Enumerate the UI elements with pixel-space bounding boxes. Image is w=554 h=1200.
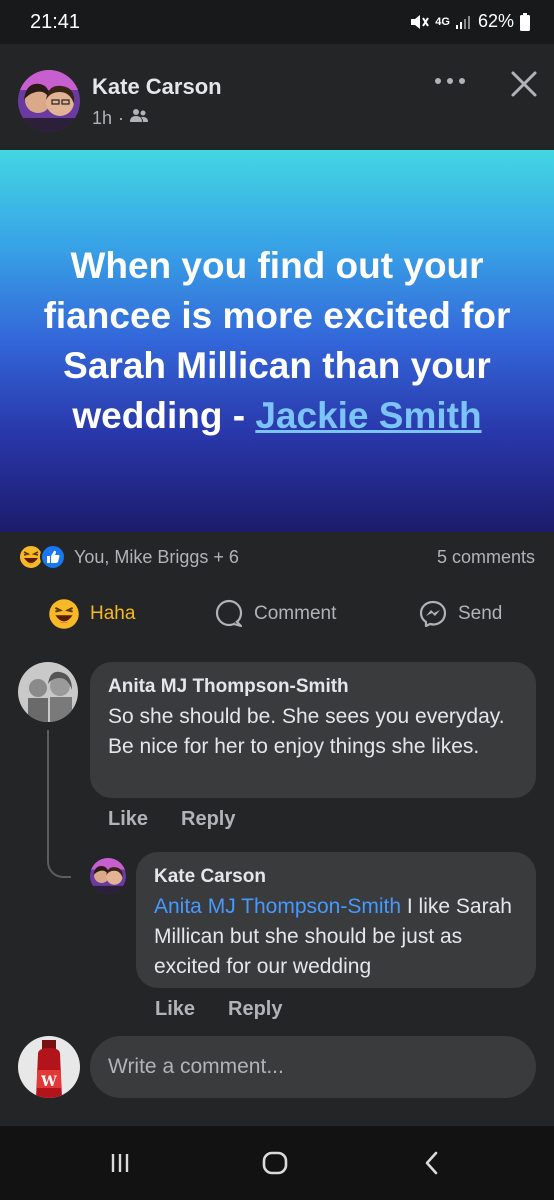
close-button[interactable] xyxy=(504,64,544,104)
network-type: 4G xyxy=(435,15,450,28)
post-meta: 1h · xyxy=(92,108,149,129)
haha-label: Haha xyxy=(90,603,136,624)
post-author-name[interactable]: Kate Carson xyxy=(92,74,222,100)
send-label: Send xyxy=(458,603,503,624)
svg-text:W: W xyxy=(40,1074,57,1090)
signal-icon xyxy=(455,14,472,30)
author-avatar[interactable] xyxy=(18,70,80,132)
post-time[interactable]: 1h xyxy=(92,108,112,129)
messenger-icon xyxy=(419,600,447,628)
comment-label: Comment xyxy=(254,603,337,624)
reply-avatar[interactable] xyxy=(90,858,126,894)
status-time: 21:41 xyxy=(30,11,81,33)
post-actions: Haha Comment Send xyxy=(0,582,554,646)
comment-author[interactable]: Anita MJ Thompson-Smith xyxy=(108,676,349,698)
thread-line xyxy=(47,730,71,878)
post-banner: When you find out your fiancee is more e… xyxy=(0,150,554,532)
reply-author[interactable]: Kate Carson xyxy=(154,866,266,888)
mute-icon xyxy=(409,13,430,31)
home-button[interactable] xyxy=(255,1146,295,1180)
close-icon xyxy=(511,71,537,97)
comment-reply-button[interactable]: Reply xyxy=(181,808,235,831)
reactors-summary[interactable]: You, Mike Briggs + 6 xyxy=(74,547,239,568)
more-icon xyxy=(435,78,465,84)
back-icon xyxy=(425,1151,438,1175)
reply-like-button[interactable]: Like xyxy=(155,998,195,1021)
comments-count[interactable]: 5 comments xyxy=(437,547,535,568)
comment-avatar[interactable] xyxy=(18,662,78,722)
friends-icon xyxy=(130,108,149,129)
battery-percent: 62% xyxy=(477,11,514,31)
comment-text: So she should be. She sees you everyday.… xyxy=(108,705,505,758)
reply-reply-button[interactable]: Reply xyxy=(228,998,282,1021)
haha-button[interactable]: Haha xyxy=(48,582,135,646)
recent-apps-button[interactable] xyxy=(100,1146,140,1180)
more-options-button[interactable] xyxy=(430,66,470,96)
home-icon xyxy=(262,1151,288,1175)
reply-text: Anita MJ Thompson-Smith I like Sarah Mil… xyxy=(154,892,524,982)
comment-composer: W Write a comment... xyxy=(0,1036,554,1104)
banner-text: When you find out your fiancee is more e… xyxy=(32,241,522,441)
reactions-summary[interactable]: You, Mike Briggs + 6 5 comments xyxy=(0,532,554,582)
post-header: Kate Carson 1h · xyxy=(0,44,554,150)
system-nav-bar xyxy=(0,1126,554,1200)
like-reaction-icon xyxy=(40,544,66,570)
status-icons: 4G 62% xyxy=(409,11,530,32)
comment-like-button[interactable]: Like xyxy=(108,808,148,831)
send-button[interactable]: Send xyxy=(418,582,502,646)
recent-apps-icon xyxy=(111,1154,129,1172)
comment-bubble: Anita MJ Thompson-Smith So she should be… xyxy=(90,662,536,798)
back-button[interactable] xyxy=(412,1146,452,1180)
comment-icon xyxy=(215,599,243,628)
comment-input[interactable]: Write a comment... xyxy=(90,1036,536,1098)
reply-mention[interactable]: Anita MJ Thompson-Smith xyxy=(154,895,401,918)
haha-icon xyxy=(49,599,79,629)
current-user-avatar[interactable]: W xyxy=(18,1036,80,1098)
reaction-icons xyxy=(18,544,70,570)
meta-separator: · xyxy=(118,108,125,128)
tagged-user-link[interactable]: Jackie Smith xyxy=(255,395,481,436)
comment-button[interactable]: Comment xyxy=(214,582,336,646)
battery-icon xyxy=(520,12,530,31)
reply-bubble: Kate Carson Anita MJ Thompson-Smith I li… xyxy=(136,852,536,988)
status-bar: 21:41 4G 62% xyxy=(0,0,554,44)
